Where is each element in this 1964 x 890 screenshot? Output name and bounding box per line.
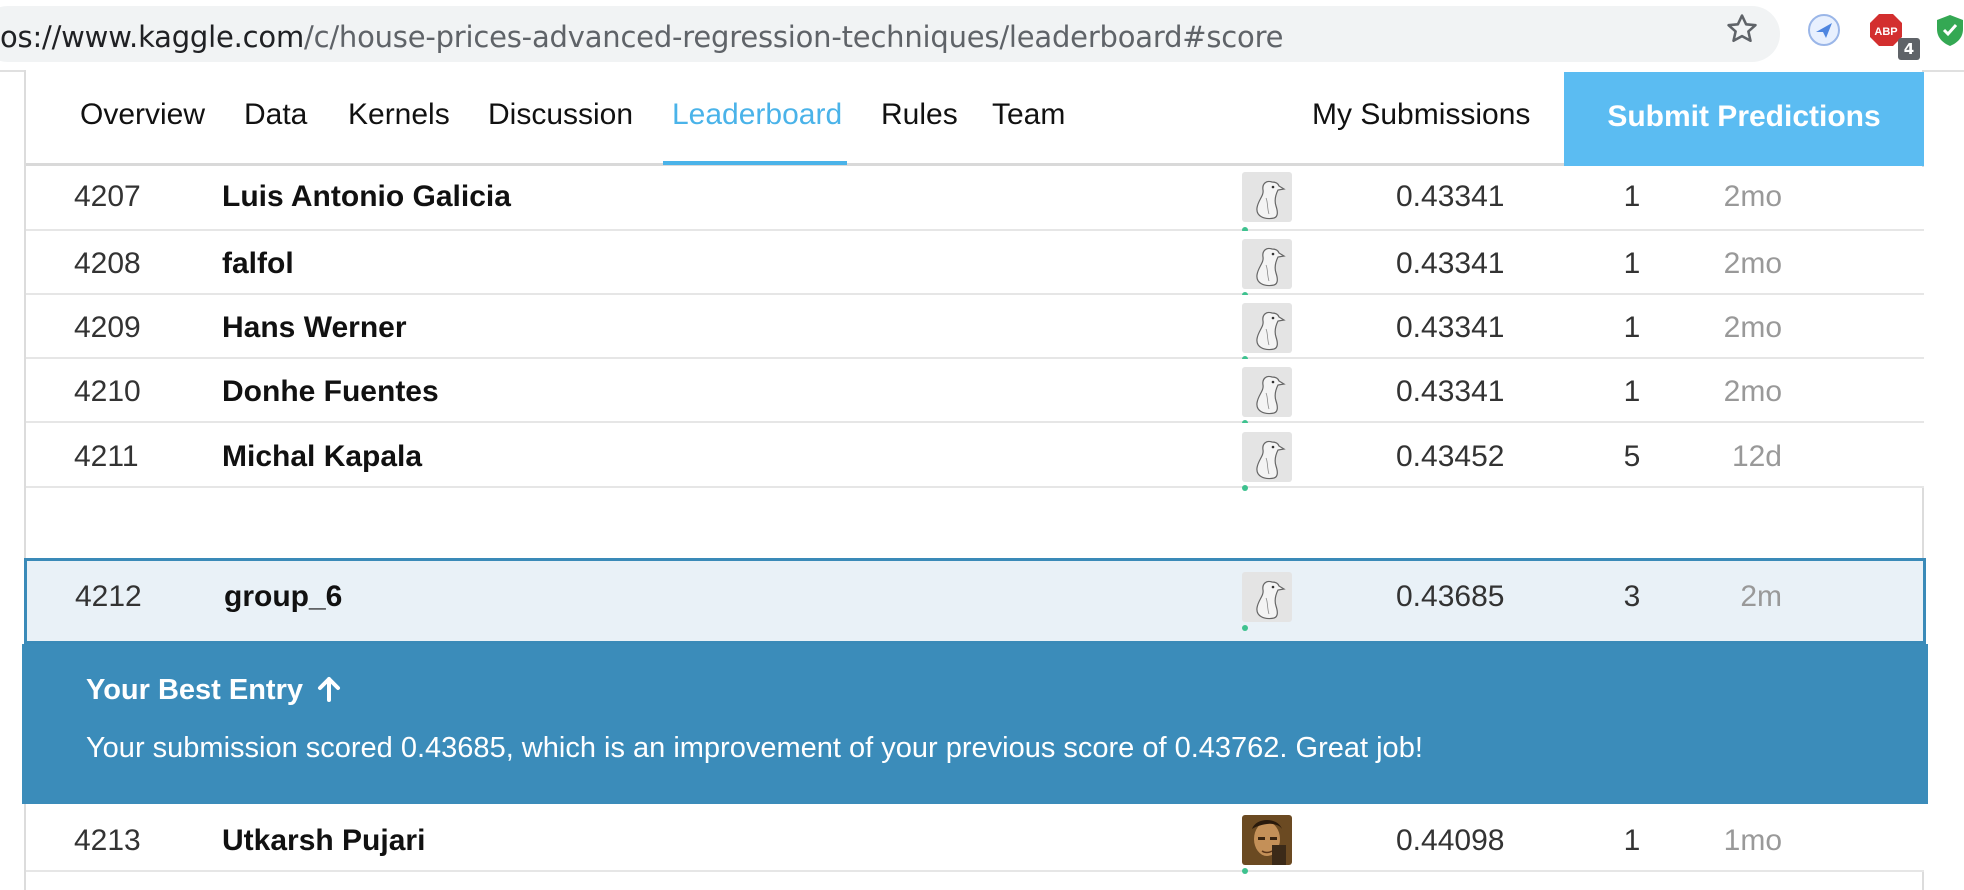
team-name[interactable]: group_6	[224, 580, 342, 614]
row-rank: 4212	[75, 580, 142, 613]
tab-data[interactable]: Data	[244, 98, 307, 132]
row-score: 0.43341	[1396, 375, 1505, 408]
online-status-dot	[1242, 485, 1248, 491]
address-bar[interactable]: os://www.kaggle.com/c/house-prices-advan…	[0, 6, 1780, 62]
banner-title-text: Your Best Entry	[86, 674, 304, 706]
row-score: 0.44098	[1396, 824, 1505, 857]
extension-badge: 4	[1898, 38, 1920, 60]
online-status-dot	[1242, 868, 1248, 874]
goose-avatar-icon[interactable]	[1242, 239, 1292, 289]
leaderboard-row[interactable]: 4210 Donhe Fuentes 0.43341 1 2mo	[26, 359, 1924, 426]
shield-check-icon[interactable]	[1932, 12, 1964, 48]
goose-avatar-icon[interactable]	[1242, 572, 1292, 622]
leaderboard-row[interactable]: 4213 Utkarsh Pujari 0.44098 1 1mo	[26, 804, 1924, 874]
svg-text:ABP: ABP	[1874, 26, 1897, 38]
url-path: /c/house-prices-advanced-regression-tech…	[304, 20, 1284, 54]
goose-avatar-icon[interactable]	[1242, 172, 1292, 222]
leaderboard-row[interactable]: 4207 Luis Antonio Galicia 0.43341 1 2mo	[26, 167, 1924, 233]
row-last-submission: 2mo	[1723, 375, 1782, 408]
competition-nav: Overview Data Kernels Discussion Leaderb…	[26, 72, 1924, 166]
tab-kernels[interactable]: Kernels	[348, 98, 450, 132]
row-rank: 4213	[74, 824, 141, 857]
row-score: 0.43452	[1396, 440, 1505, 473]
arrow-up-icon	[318, 677, 341, 702]
team-name[interactable]: Luis Antonio Galicia	[222, 180, 511, 214]
row-score: 0.43341	[1396, 180, 1505, 213]
row-last-submission: 2mo	[1723, 180, 1782, 213]
user-photo-avatar-icon[interactable]	[1242, 815, 1292, 865]
leaderboard-row-current-user[interactable]: 4212 group_6 0.43685 3 2m	[24, 558, 1926, 644]
bookmark-star-icon[interactable]	[1725, 12, 1759, 46]
url-text[interactable]: os://www.kaggle.com/c/house-prices-advan…	[0, 20, 1284, 54]
row-entries: 1	[1623, 180, 1641, 213]
tab-rules[interactable]: Rules	[881, 98, 958, 132]
team-name[interactable]: falfol	[222, 247, 294, 281]
goose-avatar-icon[interactable]	[1242, 432, 1292, 482]
row-rank: 4207	[74, 180, 141, 213]
tab-leaderboard[interactable]: Leaderboard	[672, 98, 842, 132]
row-rank: 4210	[74, 375, 141, 408]
row-entries: 1	[1623, 824, 1641, 857]
online-status-dot	[1242, 625, 1248, 631]
leaderboard-row[interactable]: 4211 Michal Kapala 0.43452 5 12d	[26, 423, 1924, 491]
team-name[interactable]: Utkarsh Pujari	[222, 824, 425, 858]
team-name[interactable]: Donhe Fuentes	[222, 375, 439, 409]
row-score: 0.43341	[1396, 247, 1505, 280]
row-last-submission: 2m	[1740, 580, 1782, 613]
best-entry-banner: Your Best Entry Your submission scored 0…	[22, 644, 1928, 804]
browser-toolbar: os://www.kaggle.com/c/house-prices-advan…	[0, 0, 1964, 70]
row-entries: 3	[1623, 580, 1641, 613]
row-last-submission: 1mo	[1723, 824, 1782, 857]
row-entries: 1	[1623, 311, 1641, 344]
submit-predictions-button[interactable]: Submit Predictions	[1564, 72, 1924, 166]
row-entries: 1	[1623, 375, 1641, 408]
row-entries: 1	[1623, 247, 1641, 280]
row-score: 0.43341	[1396, 311, 1505, 344]
row-rank: 4209	[74, 311, 141, 344]
row-score: 0.43685	[1396, 580, 1505, 613]
row-last-submission: 12d	[1731, 440, 1782, 473]
row-rank: 4211	[74, 440, 139, 473]
goose-avatar-icon[interactable]	[1242, 367, 1292, 417]
row-last-submission: 2mo	[1723, 311, 1782, 344]
tab-discussion[interactable]: Discussion	[488, 98, 633, 132]
tab-overview[interactable]: Overview	[80, 98, 205, 132]
banner-title: Your Best Entry	[86, 674, 341, 707]
active-tab-indicator	[663, 161, 847, 165]
extension-bird-icon[interactable]	[1806, 12, 1842, 48]
url-host: os://www.kaggle.com	[0, 20, 304, 54]
banner-message: Your submission scored 0.43685, which is…	[86, 732, 1423, 764]
row-last-submission: 2mo	[1723, 247, 1782, 280]
row-entries: 5	[1623, 440, 1641, 473]
team-name[interactable]: Hans Werner	[222, 311, 407, 345]
leaderboard-row[interactable]: 4209 Hans Werner 0.43341 1 2mo	[26, 295, 1924, 362]
tab-team[interactable]: Team	[992, 98, 1065, 132]
team-name[interactable]: Michal Kapala	[222, 440, 422, 474]
row-rank: 4208	[74, 247, 141, 280]
competition-page: Overview Data Kernels Discussion Leaderb…	[22, 70, 1928, 890]
leaderboard-row[interactable]: 4208 falfol 0.43341 1 2mo	[26, 231, 1924, 298]
my-submissions-link[interactable]: My Submissions	[1312, 98, 1530, 132]
goose-avatar-icon[interactable]	[1242, 303, 1292, 353]
